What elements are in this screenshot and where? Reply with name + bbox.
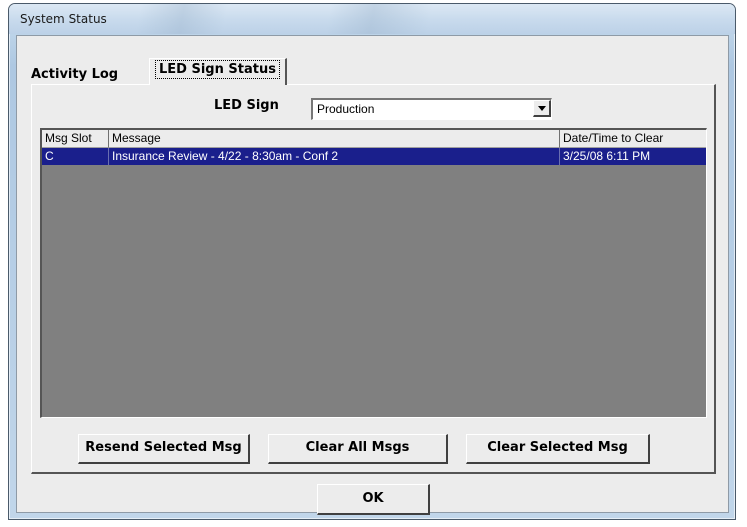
title-bar[interactable]: System Status (9, 4, 735, 34)
list-row[interactable]: C Insurance Review - 4/22 - 8:30am - Con… (42, 148, 706, 165)
system-status-window: System Status Activity Log LED Sign Stat… (8, 3, 736, 520)
row-message: Insurance Review - 4/22 - 8:30am - Conf … (109, 148, 560, 165)
clear-selected-msg-button[interactable]: Clear Selected Msg (466, 434, 650, 464)
dialog-client-area: Activity Log LED Sign Status LED Sign Pr… (16, 35, 729, 515)
tab-led-sign-status[interactable]: LED Sign Status (149, 58, 287, 85)
led-sign-selected-value: Production (317, 102, 375, 116)
chevron-down-icon[interactable] (533, 100, 551, 117)
resend-selected-msg-button[interactable]: Resend Selected Msg (78, 434, 250, 464)
column-header-msg-slot[interactable]: Msg Slot (42, 130, 109, 148)
led-sign-status-panel: LED Sign Production Msg Slot Message Dat… (31, 84, 716, 474)
led-sign-label: LED Sign (214, 98, 279, 113)
messages-list[interactable]: Msg Slot Message Date/Time to Clear C In… (40, 128, 707, 418)
column-header-message[interactable]: Message (109, 130, 560, 148)
tab-led-sign-status-label: LED Sign Status (155, 60, 280, 79)
clear-all-msgs-button[interactable]: Clear All Msgs (268, 434, 448, 464)
led-sign-dropdown[interactable]: Production (311, 98, 552, 120)
tab-activity-log[interactable]: Activity Log (27, 64, 122, 86)
row-msg-slot: C (42, 148, 109, 165)
column-header-date-time[interactable]: Date/Time to Clear (560, 130, 706, 148)
ok-button[interactable]: OK (317, 484, 430, 515)
window-title: System Status (20, 12, 107, 26)
list-header: Msg Slot Message Date/Time to Clear (42, 130, 706, 148)
row-date-time: 3/25/08 6:11 PM (563, 149, 651, 163)
